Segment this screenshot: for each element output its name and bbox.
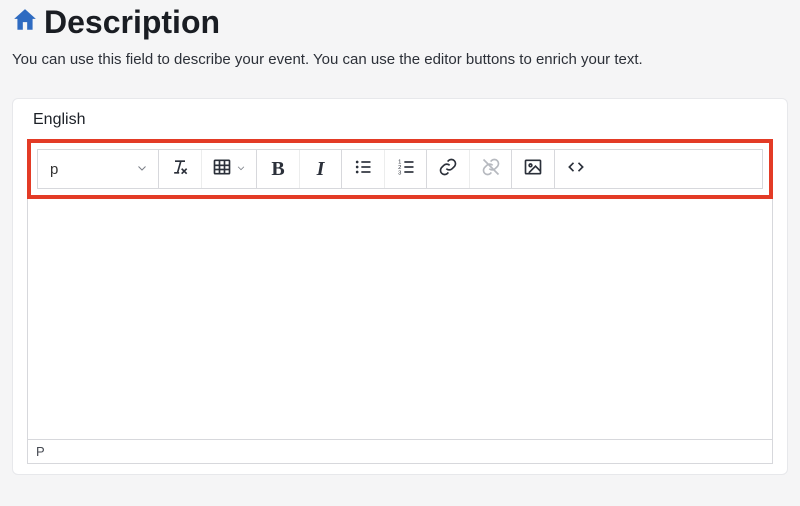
table-icon <box>212 157 232 182</box>
italic-button[interactable]: I <box>299 150 341 188</box>
editor-path-bar[interactable]: P <box>28 439 772 463</box>
unlink-button[interactable] <box>469 150 511 188</box>
clear-formatting-button[interactable] <box>159 150 201 188</box>
format-select[interactable]: p <box>38 150 158 188</box>
bold-button[interactable]: B <box>257 150 299 188</box>
home-icon <box>12 7 38 38</box>
editor-panel: English p <box>12 98 788 475</box>
image-button[interactable] <box>512 150 554 188</box>
editor-toolbar: p <box>37 149 763 189</box>
unordered-list-icon <box>353 157 373 182</box>
chevron-down-icon <box>136 161 148 178</box>
chevron-down-icon <box>236 160 246 178</box>
link-icon <box>438 157 458 182</box>
toolbar-highlight: p <box>27 139 773 199</box>
unordered-list-button[interactable] <box>342 150 384 188</box>
code-icon <box>566 157 586 182</box>
clear-formatting-icon <box>170 157 190 182</box>
unlink-icon <box>481 157 501 182</box>
page-subtitle: You can use this field to describe your … <box>12 51 788 68</box>
page-title: Description <box>44 4 220 41</box>
bold-icon: B <box>271 158 284 181</box>
page-header: Description <box>12 4 788 41</box>
ordered-list-button[interactable]: 1 2 3 <box>384 150 426 188</box>
language-label: English <box>27 111 773 139</box>
editor-content-area[interactable] <box>28 199 772 439</box>
source-code-button[interactable] <box>555 150 597 188</box>
format-select-value: p <box>50 161 58 178</box>
image-icon <box>523 157 543 182</box>
svg-text:3: 3 <box>398 170 401 176</box>
ordered-list-icon: 1 2 3 <box>396 157 416 182</box>
table-button[interactable] <box>201 150 256 188</box>
link-button[interactable] <box>427 150 469 188</box>
italic-icon: I <box>317 158 325 181</box>
editor-container: P <box>27 199 773 464</box>
